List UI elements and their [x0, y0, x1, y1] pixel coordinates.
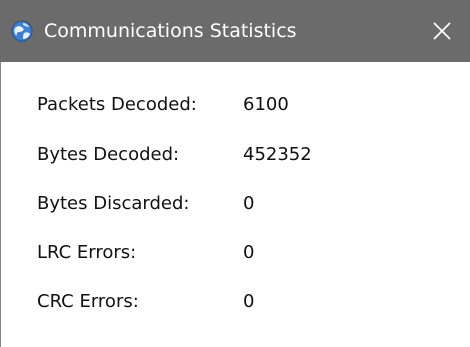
- title-bar[interactable]: Communications Statistics: [0, 0, 470, 62]
- communications-statistics-window: Communications Statistics Packets Decode…: [0, 0, 470, 347]
- bytes-discarded-value: 0: [243, 193, 255, 214]
- close-button[interactable]: [425, 14, 459, 48]
- packets-decoded-value: 6100: [243, 94, 289, 115]
- globe-app-icon: [11, 20, 33, 42]
- statistics-panel: Packets Decoded: 6100 Bytes Decoded: 452…: [0, 62, 470, 347]
- crc-errors-label: CRC Errors:: [37, 291, 139, 312]
- bytes-discarded-label: Bytes Discarded:: [37, 193, 190, 214]
- lrc-errors-value: 0: [243, 242, 255, 263]
- window-title: Communications Statistics: [44, 20, 297, 42]
- lrc-errors-label: LRC Errors:: [37, 242, 137, 263]
- close-icon: [433, 22, 451, 40]
- bytes-decoded-label: Bytes Decoded:: [37, 144, 180, 165]
- packets-decoded-label: Packets Decoded:: [37, 94, 197, 115]
- bytes-decoded-value: 452352: [243, 144, 312, 165]
- crc-errors-value: 0: [243, 291, 255, 312]
